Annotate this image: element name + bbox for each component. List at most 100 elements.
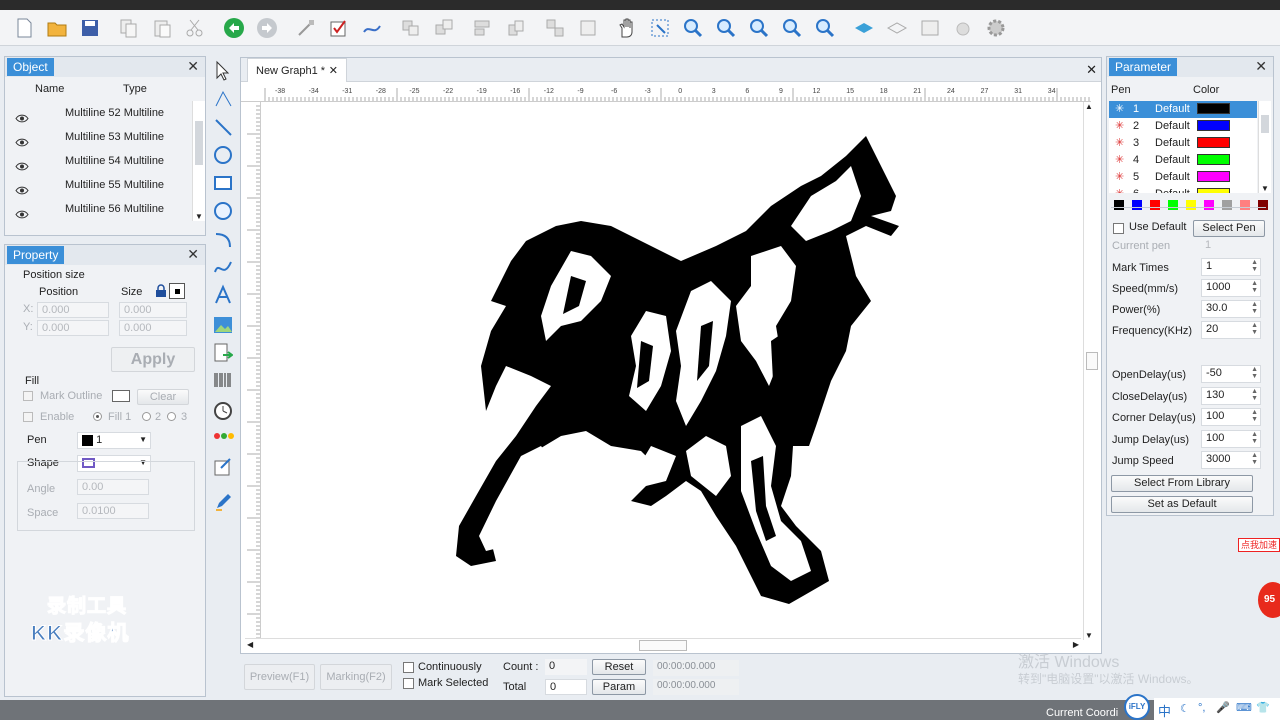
eye-icon[interactable] <box>15 204 29 228</box>
enable-checkbox[interactable] <box>23 412 33 422</box>
view-icon[interactable] <box>850 14 878 42</box>
vertical-scrollbar[interactable]: ▲ ▼ <box>1083 102 1101 640</box>
anchor-grid-icon[interactable] <box>169 283 185 299</box>
palette-swatch[interactable] <box>1204 200 1214 210</box>
tab-new-graph1[interactable]: New Graph1 * ✕ <box>247 58 347 82</box>
param-input[interactable]: 20 ▲ ▼ <box>1201 321 1261 339</box>
io-signal-icon[interactable] <box>213 430 235 445</box>
skin-icon[interactable]: 👕 <box>1256 701 1270 714</box>
close-icon[interactable]: ✕ <box>1086 62 1097 78</box>
horizontal-scrollbar[interactable]: ◀ ▶ <box>245 638 1081 652</box>
zoom-select-icon[interactable] <box>811 14 839 42</box>
close-icon[interactable]: ✕ <box>187 58 199 75</box>
object-scrollbar[interactable]: ▼ <box>192 101 205 221</box>
text-tool-icon[interactable] <box>213 284 233 309</box>
zoom-in-icon[interactable] <box>679 14 707 42</box>
moon-icon[interactable]: ☾ <box>1180 702 1190 715</box>
palette-swatch[interactable] <box>1168 200 1178 210</box>
param-input[interactable]: 1 ▲ ▼ <box>1201 258 1261 276</box>
palette-swatch[interactable] <box>1186 200 1196 210</box>
barcode-tool-icon[interactable] <box>213 370 233 395</box>
mark-outline-checkbox[interactable] <box>23 391 33 401</box>
object-row[interactable]: Multiline 56 Multiline <box>5 197 195 221</box>
align-icon[interactable] <box>469 14 497 42</box>
pen-row[interactable]: ✳ 1 Default <box>1109 101 1257 118</box>
speed-ball[interactable]: 95 <box>1258 582 1280 618</box>
rect-tool-icon[interactable] <box>213 172 233 197</box>
close-icon[interactable]: ✕ <box>329 59 338 83</box>
ungroup-icon[interactable] <box>430 14 458 42</box>
save-icon[interactable] <box>76 14 104 42</box>
zoom-fit-icon[interactable] <box>745 14 773 42</box>
close-icon[interactable]: ✕ <box>187 246 199 263</box>
marking-button[interactable]: Marking(F2) <box>320 664 392 690</box>
cut-icon[interactable] <box>181 14 209 42</box>
object-row[interactable]: Multiline 54 Multiline <box>5 149 195 173</box>
pen-select[interactable]: 1 ▼ <box>77 432 151 449</box>
select-pen-button[interactable]: Select Pen <box>1193 220 1265 237</box>
object-tab[interactable]: Object <box>7 58 54 76</box>
shape-select[interactable]: ▼ <box>77 455 151 472</box>
use-default-checkbox[interactable] <box>1113 223 1124 234</box>
gear-icon[interactable] <box>949 14 977 42</box>
pen-color-swatch[interactable] <box>1197 120 1230 131</box>
space-input[interactable]: 0.0100 <box>77 503 149 519</box>
palette-swatch[interactable] <box>1114 200 1124 210</box>
param-button[interactable]: Param <box>592 679 646 695</box>
microphone-icon[interactable]: 🎤 <box>1216 701 1230 714</box>
fill3-radio[interactable] <box>167 412 176 421</box>
fill2-radio[interactable] <box>142 412 151 421</box>
node-edit-icon[interactable] <box>292 14 320 42</box>
arrange-icon[interactable] <box>541 14 569 42</box>
param-input[interactable]: 100 ▲ ▼ <box>1201 430 1261 448</box>
settings-icon[interactable] <box>982 14 1010 42</box>
pen-list-scrollbar[interactable]: ▼ <box>1258 101 1271 193</box>
select-zoom-icon[interactable] <box>646 14 674 42</box>
pen-color-swatch[interactable] <box>1197 188 1230 193</box>
width-input[interactable]: 0.000 <box>119 302 187 318</box>
pen-row[interactable]: ✳ 4 Default <box>1109 152 1257 169</box>
param-input[interactable]: 130 ▲ ▼ <box>1201 387 1261 405</box>
curve-tool-icon[interactable] <box>213 256 233 281</box>
mark-selected-checkbox[interactable] <box>403 678 414 689</box>
redo-icon[interactable] <box>253 14 281 42</box>
parameter-tab[interactable]: Parameter <box>1109 58 1178 76</box>
param-input[interactable]: 100 ▲ ▼ <box>1201 408 1261 426</box>
import-file-icon[interactable] <box>213 342 234 367</box>
object-row[interactable]: Multiline 52 Multiline <box>5 101 195 125</box>
punctuation-icon[interactable]: °, <box>1198 702 1205 714</box>
set-default-button[interactable]: Set as Default <box>1111 496 1253 513</box>
polygon-tool-icon[interactable] <box>213 200 233 225</box>
copy-doc-icon[interactable] <box>115 14 143 42</box>
param-input[interactable]: 30.0 ▲ ▼ <box>1201 300 1261 318</box>
apply-button[interactable]: Apply <box>111 347 195 372</box>
pen-list[interactable]: ✳ 1 Default ✳ 2 Default ✳ 3 Default ✳ 4 Default ✳ 5 De… <box>1109 101 1257 193</box>
undo-icon[interactable] <box>220 14 248 42</box>
x-input[interactable]: 0.000 <box>37 302 109 318</box>
keyboard-icon[interactable]: ⌨ <box>1236 701 1252 714</box>
pen-row[interactable]: ✳ 3 Default <box>1109 135 1257 152</box>
arc-tool-icon[interactable] <box>213 228 233 253</box>
line-tool-icon[interactable] <box>213 116 233 141</box>
hand-pan-icon[interactable] <box>613 14 641 42</box>
close-icon[interactable]: ✕ <box>1255 58 1267 75</box>
zoom-out-icon[interactable] <box>712 14 740 42</box>
palette-swatch[interactable] <box>1150 200 1160 210</box>
image-icon[interactable] <box>916 14 944 42</box>
clock-tool-icon[interactable] <box>213 400 233 425</box>
clear-button[interactable]: Clear <box>137 389 189 405</box>
total-input[interactable]: 0 <box>545 679 587 695</box>
export-tool-icon[interactable] <box>213 456 233 481</box>
fill1-radio[interactable] <box>93 412 102 421</box>
pen-row[interactable]: ✳ 5 Default <box>1109 169 1257 186</box>
param-input[interactable]: -50 ▲ ▼ <box>1201 365 1261 383</box>
select-arrow-icon[interactable] <box>213 60 233 85</box>
ime-toolbar[interactable]: 中 ☾ °, 🎤 ⌨ 👕 <box>1154 698 1280 720</box>
param-input[interactable]: 1000 ▲ ▼ <box>1201 279 1261 297</box>
group-icon[interactable] <box>397 14 425 42</box>
preview-button[interactable]: Preview(F1) <box>244 664 315 690</box>
order-icon[interactable] <box>574 14 602 42</box>
ifly-ime-icon[interactable]: iFLY <box>1124 694 1150 720</box>
speed-badge[interactable]: 点我加速 <box>1238 538 1280 552</box>
pen-row[interactable]: ✳ 2 Default <box>1109 118 1257 135</box>
